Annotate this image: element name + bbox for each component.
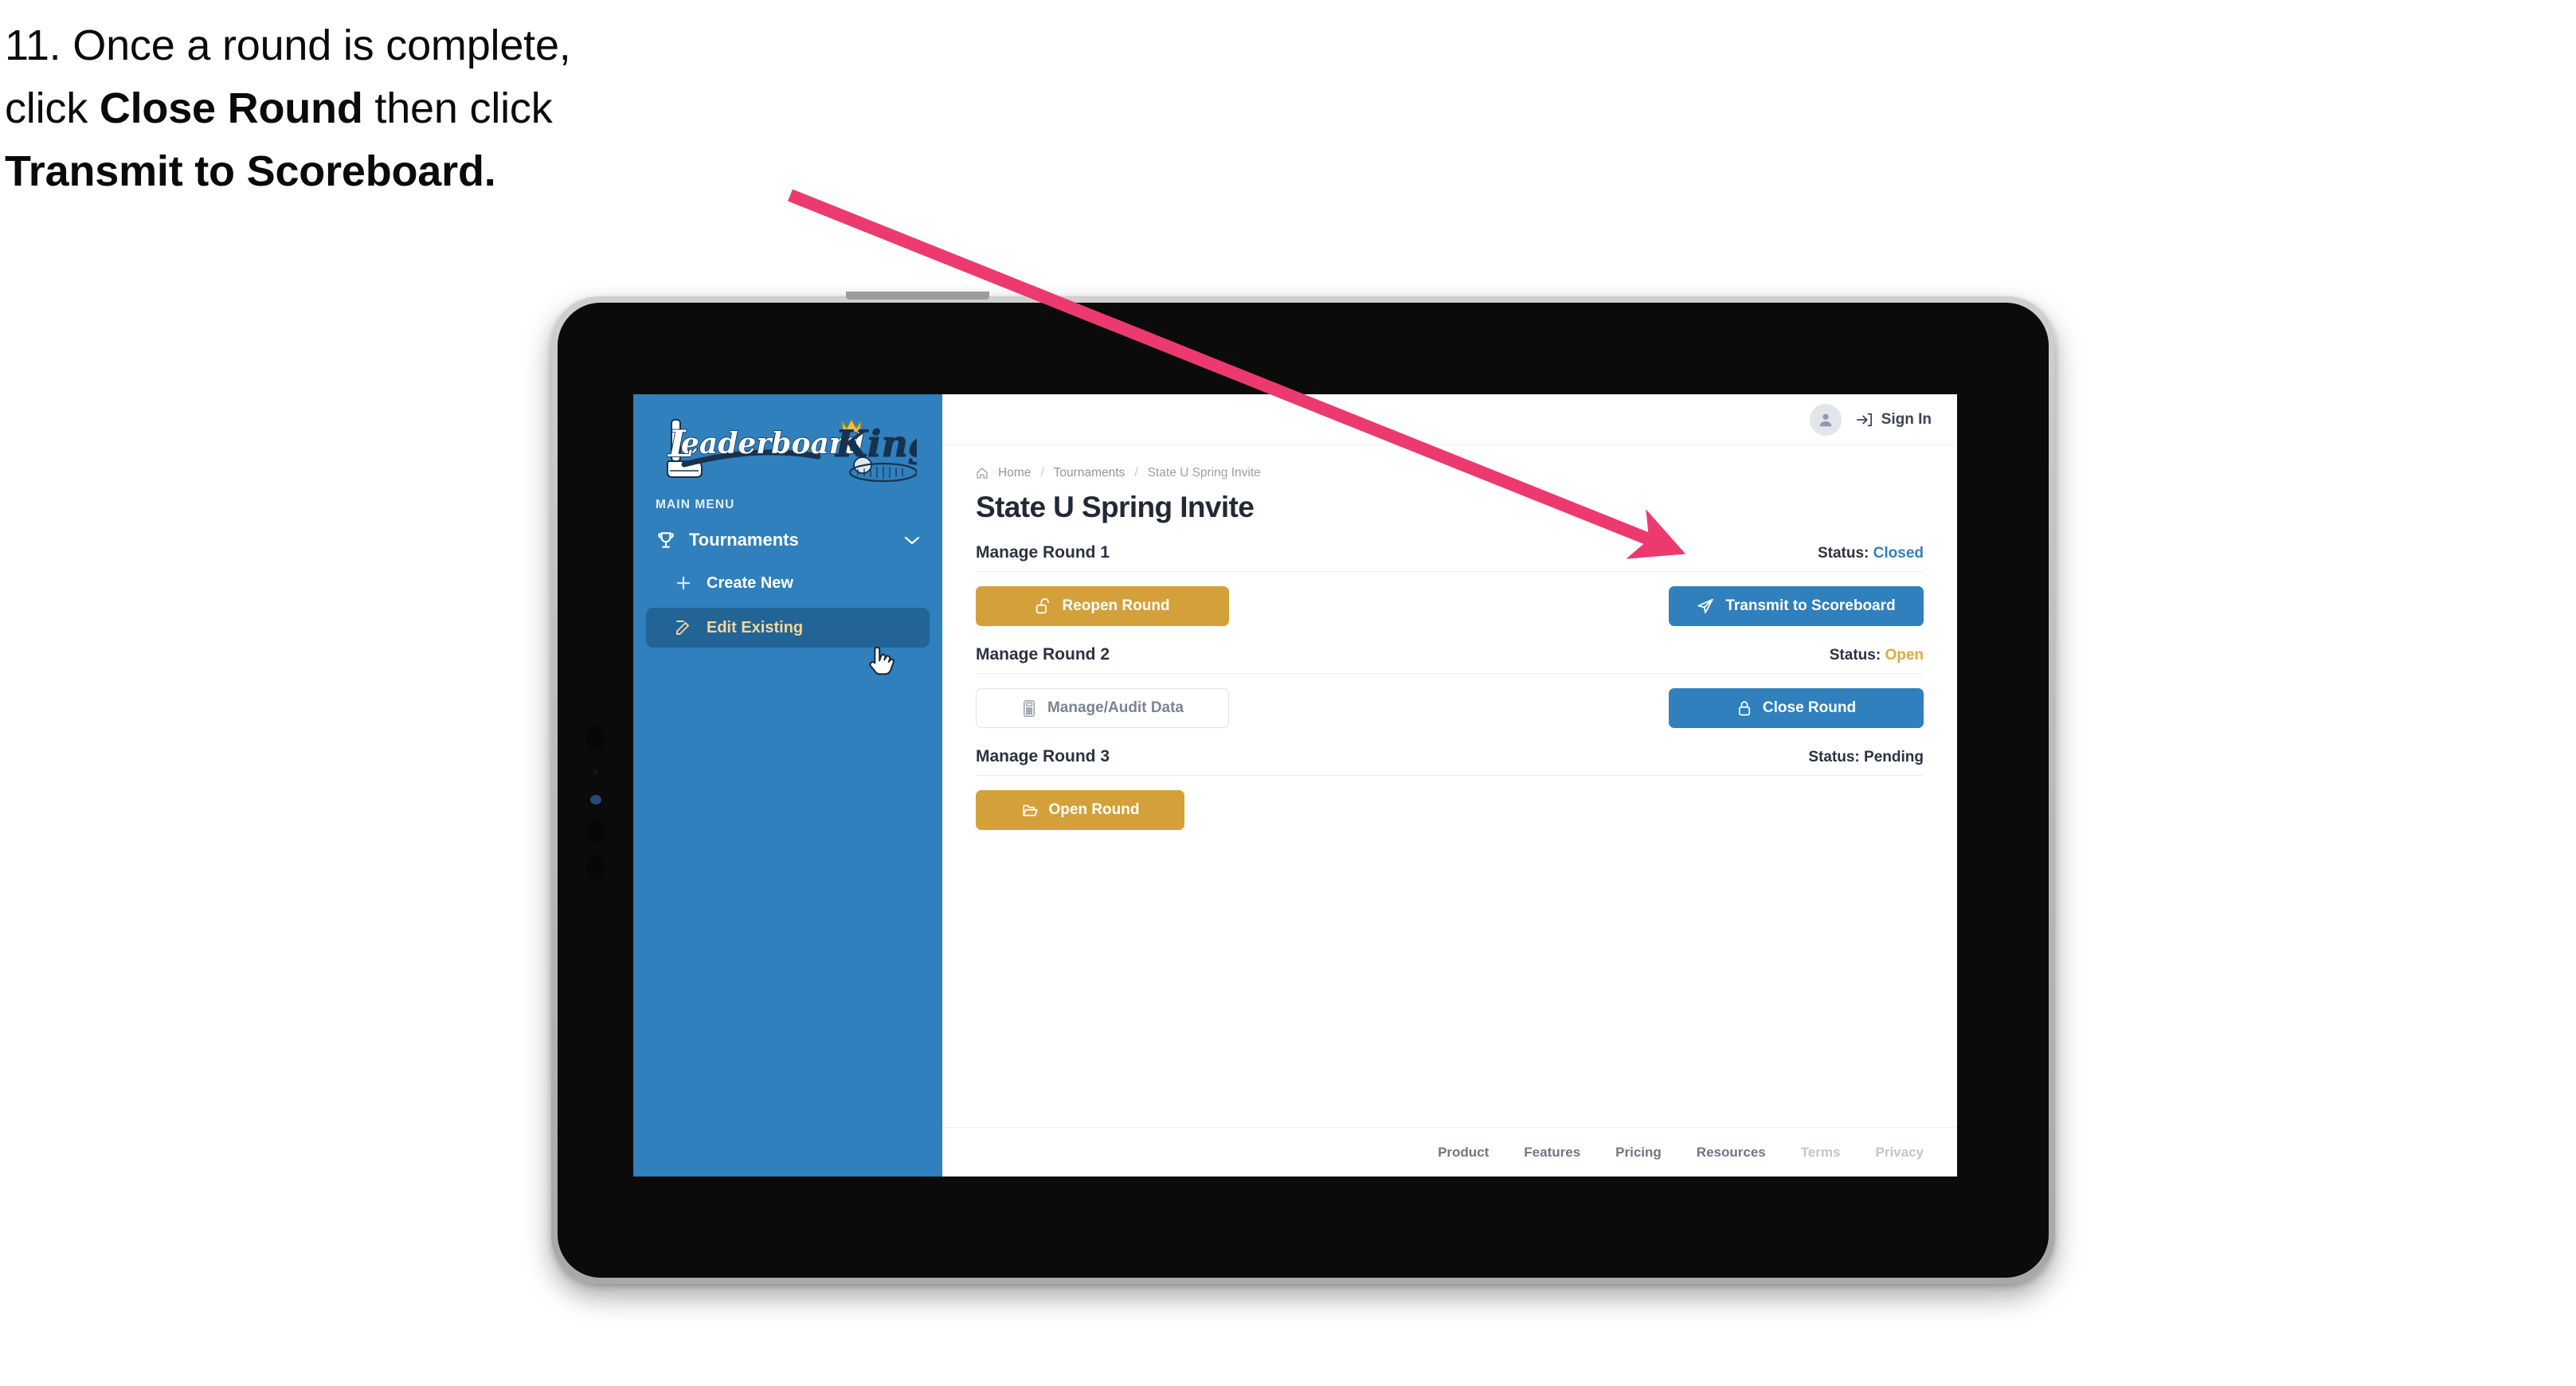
round-1-name: Manage Round 1 [976, 543, 1110, 562]
sensor-dot-icon [593, 769, 598, 775]
round-block-2: Manage Round 2 Status: Open Manage/Audit… [976, 645, 1924, 728]
tablet-screen: eaderboard L King [633, 394, 1957, 1177]
top-bar: Sign In [942, 394, 1957, 445]
caption-line-2-post: then click [362, 84, 553, 132]
open-round-label: Open Round [1048, 801, 1140, 818]
speaker-dot-2-icon [586, 855, 605, 879]
user-avatar-icon [1819, 413, 1832, 426]
close-round-label: Close Round [1762, 699, 1857, 716]
sign-in-button[interactable]: Sign In [1856, 411, 1932, 429]
sidebar-section-label: MAIN MENU [656, 498, 735, 511]
sidebar-item-edit-existing[interactable]: Edit Existing [646, 608, 930, 648]
breadcrumb-item-tournaments[interactable]: Tournaments [1054, 466, 1126, 480]
round-3-name: Manage Round 3 [976, 747, 1110, 765]
caption-transmit-bold: Transmit to Scoreboard. [5, 147, 496, 195]
breadcrumb-item-home[interactable]: Home [998, 466, 1031, 480]
caption-close-round-bold: Close Round [99, 84, 363, 132]
calculator-icon [1024, 699, 1035, 717]
indicator-led-icon [590, 795, 601, 805]
footer-link-pricing[interactable]: Pricing [1615, 1145, 1662, 1161]
sign-in-arrow-icon [1856, 413, 1872, 426]
caption-line-2-pre: click [5, 84, 100, 132]
unlock-icon [1036, 597, 1050, 613]
plus-icon [676, 576, 691, 590]
mouse-pointer-hand-icon [869, 647, 895, 675]
transmit-to-scoreboard-button[interactable]: Transmit to Scoreboard [1669, 586, 1924, 626]
sidebar: eaderboard L King [633, 394, 942, 1177]
reopen-round-button[interactable]: Reopen Round [976, 586, 1229, 626]
round-3-status-value: Pending [1864, 749, 1924, 765]
round-2-status: Status: Open [1830, 647, 1924, 664]
page-content: Home / Tournaments / State U Spring Invi… [942, 445, 1957, 1127]
avatar[interactable] [1809, 403, 1842, 436]
breadcrumb-item-current: State U Spring Invite [1147, 466, 1261, 480]
instruction-caption: 11. Once a round is complete, click Clos… [5, 14, 841, 202]
svg-text:King: King [834, 422, 917, 465]
round-2-name: Manage Round 2 [976, 645, 1110, 664]
footer-link-product[interactable]: Product [1438, 1145, 1489, 1161]
main-content: Sign In Home / Tournaments / State U Spr… [942, 394, 1957, 1177]
round-2-status-value: Open [1885, 647, 1924, 664]
breadcrumb: Home / Tournaments / State U Spring Invi… [976, 466, 1924, 480]
reopen-round-label: Reopen Round [1062, 597, 1170, 614]
footer-link-privacy[interactable]: Privacy [1876, 1145, 1924, 1161]
open-round-button[interactable]: Open Round [976, 790, 1184, 830]
round-1-status: Status: Closed [1818, 545, 1924, 562]
app-logo[interactable]: eaderboard L King [633, 394, 942, 484]
round-block-1: Manage Round 1 Status: Closed Reopen Rou… [976, 543, 1924, 626]
sidebar-item-tournaments-label: Tournaments [689, 530, 799, 550]
round-1-status-label: Status: [1817, 545, 1869, 562]
leaderboard-king-logo-icon: eaderboard L King [666, 418, 917, 483]
round-3-actions: Open Round [976, 790, 1924, 830]
tablet-top-notch [846, 292, 989, 300]
speaker-dot-icon [586, 819, 605, 843]
close-round-button[interactable]: Close Round [1669, 688, 1924, 728]
round-3-status-label: Status: [1808, 749, 1860, 765]
round-block-3: Manage Round 3 Status: Pending Open Roun… [976, 747, 1924, 830]
footer: Product Features Pricing Resources Terms… [942, 1127, 1957, 1177]
paper-plane-icon [1697, 598, 1713, 614]
trophy-icon [658, 532, 674, 548]
lock-icon [1738, 700, 1750, 715]
caption-line-1: 11. Once a round is complete, [5, 22, 571, 69]
sidebar-item-edit-existing-label: Edit Existing [707, 618, 804, 636]
sign-in-label: Sign In [1881, 410, 1932, 428]
chevron-down-icon[interactable] [902, 534, 922, 546]
round-2-status-label: Status: [1829, 647, 1881, 664]
page-title: State U Spring Invite [976, 491, 1255, 523]
round-1-header: Manage Round 1 Status: Closed [976, 543, 1924, 572]
manage-audit-data-button[interactable]: Manage/Audit Data [976, 688, 1229, 728]
footer-link-resources[interactable]: Resources [1697, 1145, 1766, 1161]
folder-open-icon [1022, 805, 1038, 816]
round-1-actions: Reopen Round Transmit to Scoreboard [976, 586, 1924, 626]
footer-link-features[interactable]: Features [1524, 1145, 1580, 1161]
manage-audit-data-label: Manage/Audit Data [1047, 699, 1184, 716]
round-3-header: Manage Round 3 Status: Pending [976, 747, 1924, 776]
round-2-header: Manage Round 2 Status: Open [976, 645, 1924, 674]
round-3-status: Status: Pending [1808, 749, 1924, 766]
edit-pencil-icon [676, 621, 689, 635]
round-1-status-value: Closed [1873, 545, 1924, 562]
screenshot-root: 11. Once a round is complete, click Clos… [0, 0, 2576, 1386]
home-icon[interactable] [976, 467, 989, 480]
footer-link-terms[interactable]: Terms [1801, 1145, 1841, 1161]
svg-text:L: L [667, 422, 694, 465]
sidebar-item-create-new[interactable]: Create New [646, 563, 930, 603]
camera-dot-icon [586, 726, 605, 750]
breadcrumb-separator-2: / [1134, 466, 1138, 480]
sidebar-item-tournaments[interactable]: Tournaments [633, 512, 942, 558]
round-2-actions: Manage/Audit Data Close Round [976, 688, 1924, 728]
transmit-to-scoreboard-label: Transmit to Scoreboard [1725, 597, 1896, 614]
breadcrumb-separator-1: / [1040, 466, 1044, 480]
sidebar-item-create-new-label: Create New [707, 574, 793, 592]
